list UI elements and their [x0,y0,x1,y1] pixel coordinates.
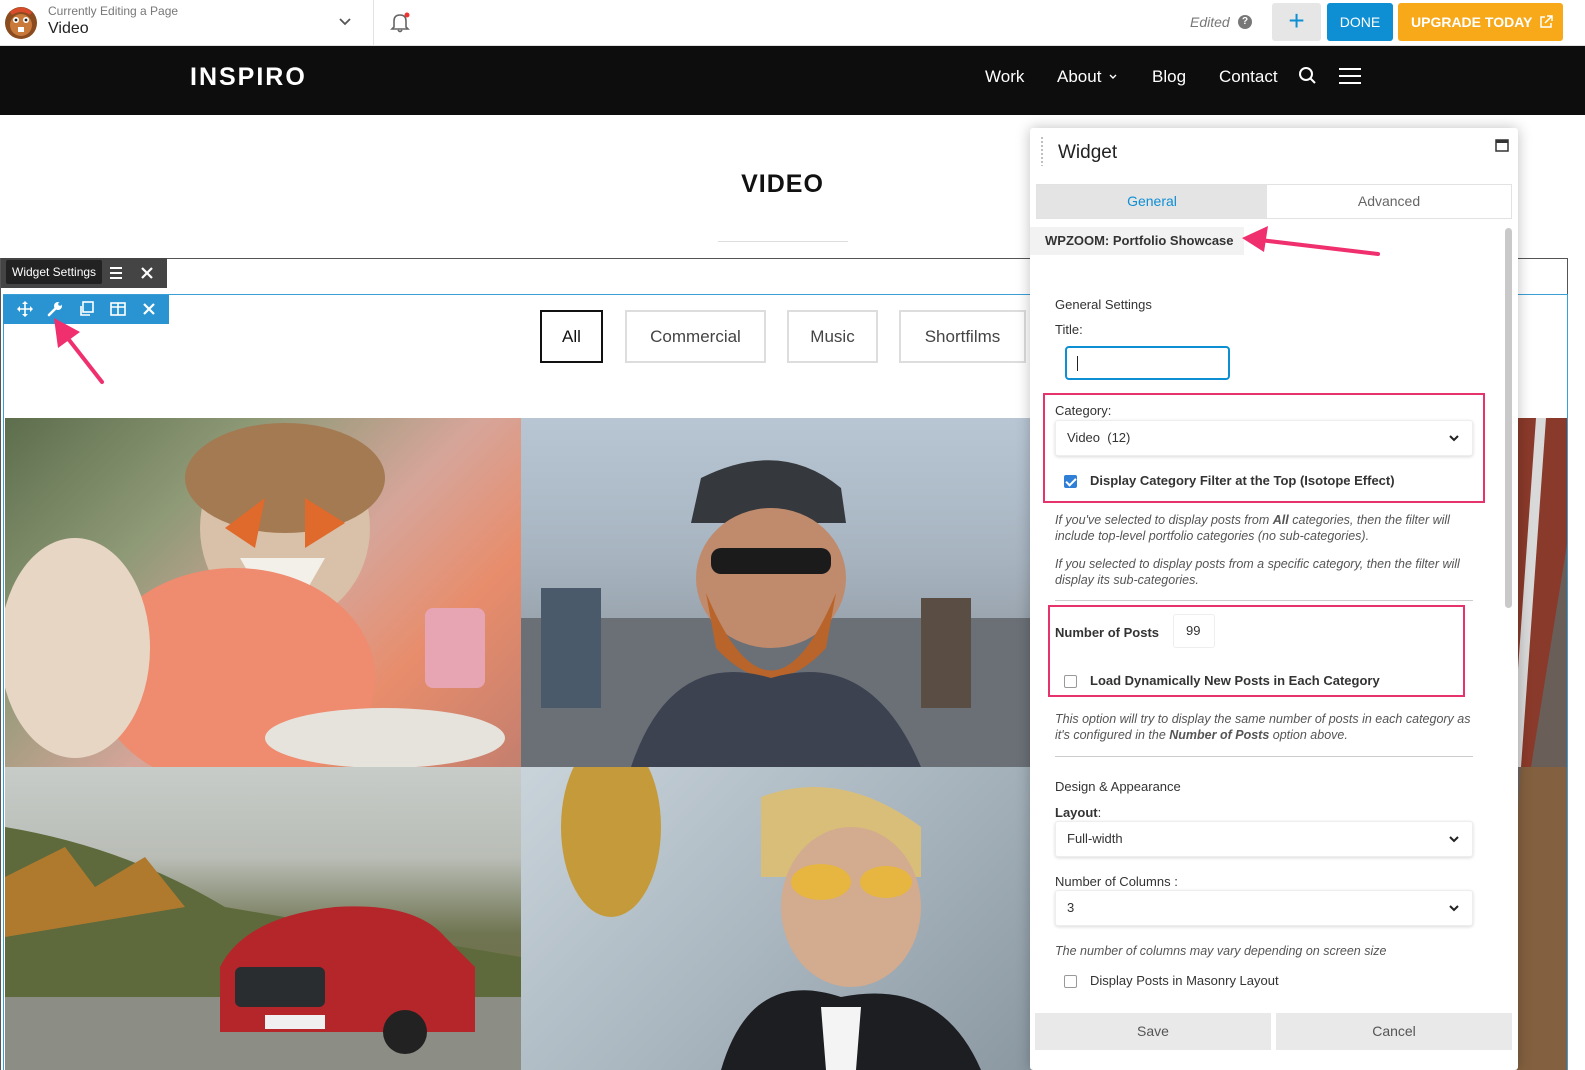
drag-handle[interactable] [1040,136,1045,166]
tab-advanced[interactable]: Advanced [1267,185,1511,218]
annotation-arrow-icon [54,318,104,384]
divider [1055,600,1473,601]
widget-settings-tooltip: Widget Settings [6,260,103,284]
nav-item-about[interactable]: About [1057,67,1118,87]
note-emphasis: All [1272,513,1289,527]
columns-note: The number of columns may vary depending… [1055,944,1387,958]
layout-label: Layout: [1055,805,1101,820]
upgrade-button[interactable]: UPGRADE TODAY [1398,3,1563,41]
dynamic-note: This option will try to display the same… [1055,711,1485,743]
posts-highlight-box [1048,605,1465,697]
site-header: INSPIRO Work About Blog Contact [0,46,1585,115]
add-content-button[interactable]: + [1272,3,1321,41]
design-appearance-heading: Design & Appearance [1055,779,1181,794]
divider [1055,756,1473,757]
builder-topbar: Currently Editing a Page Video Edited ? … [0,0,1585,46]
widget-settings-panel: Widget General Advanced WPZOOM: Portfoli… [1030,128,1518,1070]
divider [373,0,374,46]
note-emphasis: Number of Posts [1169,728,1270,742]
chevron-down-icon [1109,74,1117,79]
layout-label-colon: : [1097,805,1102,820]
chevron-down-icon [1449,836,1459,843]
nav-item-blog[interactable]: Blog [1152,67,1186,87]
chevron-down-icon [1449,905,1459,912]
help-icon[interactable]: ? [1238,15,1252,29]
site-logo[interactable]: INSPIRO [190,63,307,92]
general-settings-heading: General Settings [1055,297,1152,312]
module-close-icon[interactable] [141,301,157,317]
save-button[interactable]: Save [1035,1013,1271,1050]
panel-scrollbar[interactable] [1505,228,1512,608]
panel-title: Widget [1058,142,1118,163]
note-text: option above. [1269,728,1348,742]
columns-label: Number of Columns : [1055,874,1178,889]
tab-general[interactable]: General [1037,185,1267,218]
masonry-checkbox[interactable] [1064,975,1077,988]
text-caret [1077,356,1078,371]
columns-select[interactable]: 3 [1055,890,1473,926]
title-divider [718,241,848,242]
filter-music[interactable]: Music [787,310,878,363]
layout-select-value: Full-width [1067,831,1123,846]
filter-commercial[interactable]: Commercial [625,310,766,363]
current-page-name[interactable]: Video [48,20,89,38]
notifications-bell-icon[interactable] [389,11,411,33]
hamburger-menu-icon[interactable] [1338,66,1362,86]
panel-tabs: General Advanced [1036,184,1512,219]
filter-note-2: If you selected to display posts from a … [1055,557,1460,587]
title-input[interactable] [1065,346,1230,380]
editing-context-label: Currently Editing a Page [48,4,179,18]
layout-label-text: Layout [1055,805,1098,820]
annotation-arrow-icon [1242,226,1380,256]
masonry-label: Display Posts in Masonry Layout [1090,973,1279,988]
chevron-down-icon[interactable] [337,14,353,30]
layout-select[interactable]: Full-width [1055,821,1473,857]
filter-note-1: If you've selected to display posts from… [1055,512,1485,544]
category-highlight-box [1043,393,1485,503]
filter-shortfilms[interactable]: Shortfilms [899,310,1026,363]
beaver-builder-logo-icon [5,7,37,39]
title-label: Title: [1055,322,1083,337]
columns-select-value: 3 [1067,900,1075,915]
maximize-icon[interactable] [1495,139,1509,152]
upgrade-label: UPGRADE TODAY [1411,14,1533,30]
done-button[interactable]: DONE [1327,3,1393,41]
row-settings-menu-icon[interactable] [108,265,124,281]
search-icon[interactable] [1298,66,1318,86]
nav-item-work[interactable]: Work [985,67,1024,87]
cancel-button[interactable]: Cancel [1276,1013,1512,1050]
nav-item-contact[interactable]: Contact [1219,67,1278,87]
note-text: If you've selected to display posts from [1055,513,1273,527]
nav-item-about-label: About [1057,67,1102,86]
columns-icon[interactable] [110,301,126,317]
widget-name: WPZOOM: Portfolio Showcase [1030,227,1244,255]
move-icon[interactable] [17,301,33,317]
edit-status: Edited [1190,14,1230,30]
external-link-icon [1540,15,1553,28]
row-close-icon[interactable] [139,265,155,281]
filter-all[interactable]: All [540,310,603,363]
